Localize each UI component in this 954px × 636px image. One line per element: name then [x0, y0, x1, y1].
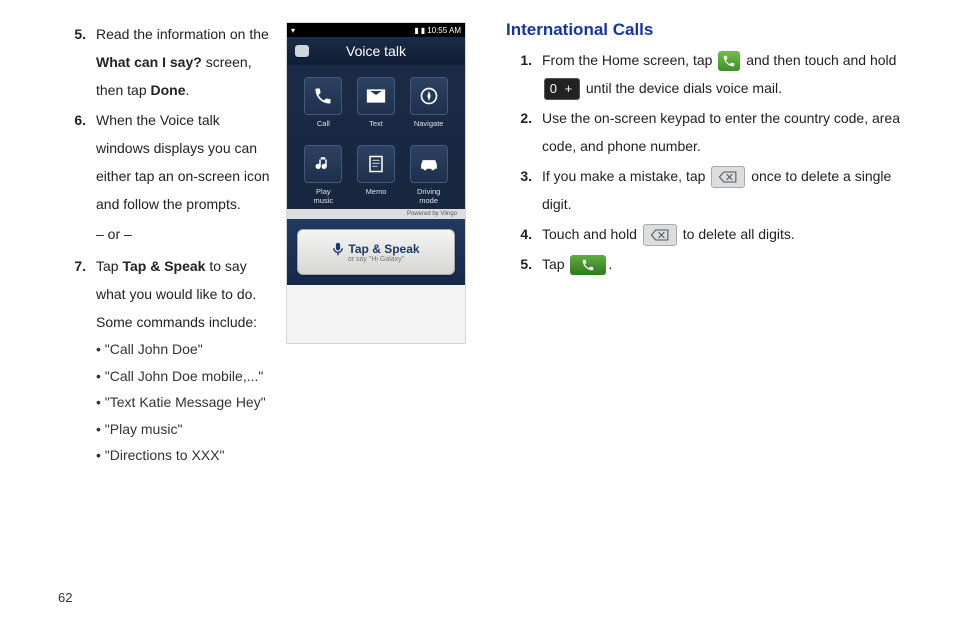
text: until the device dials voice mail. [586, 80, 782, 96]
step-7-num: 7. [60, 252, 86, 469]
envelope-icon [357, 77, 395, 115]
bullet: • "Directions to XXX" [96, 442, 270, 469]
bullet: • "Play music" [96, 416, 270, 443]
step-7-text: Tap Tap & Speak to say what you would li… [96, 252, 270, 469]
intl-step-4-text: Touch and hold to delete all digits. [542, 220, 914, 248]
intl-step-4-num: 4. [506, 220, 532, 248]
phone-icon [718, 51, 740, 71]
music-note-icon [304, 145, 342, 183]
text: . [608, 256, 612, 272]
speech-bubble-icon [295, 45, 309, 57]
intl-step-2: 2. Use the on-screen keypad to enter the… [506, 104, 914, 160]
compass-icon [410, 77, 448, 115]
tile-memo-label: Memo [366, 187, 387, 203]
intl-step-5-num: 5. [506, 250, 532, 278]
tile-play-music[interactable]: Play music [304, 145, 342, 203]
text: to delete all digits. [683, 226, 795, 242]
tile-driving-mode[interactable]: Driving mode [410, 145, 448, 203]
backspace-icon [711, 166, 745, 188]
page: 5. Read the information on the What can … [0, 0, 954, 471]
text: Tap [96, 258, 122, 274]
bullet: • "Text Katie Message Hey" [96, 389, 270, 416]
intl-step-5: 5. Tap . [506, 250, 914, 278]
tap-speak-main: Tap & Speak [332, 242, 419, 256]
microphone-icon [332, 242, 344, 256]
text: Touch and hold [542, 226, 641, 242]
page-number: 62 [58, 590, 72, 605]
bullet: • "Call John Doe" [96, 336, 270, 363]
tile-text[interactable]: Text [357, 77, 395, 135]
text: and then touch and hold [746, 52, 896, 68]
step-5-num: 5. [60, 20, 86, 104]
step-6: 6. When the Voice talk windows displays … [60, 106, 270, 250]
tap-speak-button[interactable]: Tap & Speak or say "Hi Galaxy" [297, 229, 455, 275]
tile-call-label: Call [317, 119, 330, 135]
tile-memo[interactable]: Memo [357, 145, 395, 203]
phone-icon [304, 77, 342, 115]
step-6-num: 6. [60, 106, 86, 250]
tile-driving-mode-label: Driving mode [417, 187, 440, 203]
step-6-text: When the Voice talk windows displays you… [96, 106, 270, 250]
tile-text-label: Text [369, 119, 383, 135]
voice-talk-grid: Call Text Navigate [287, 65, 465, 209]
text: From the Home screen, tap [542, 52, 716, 68]
status-left: ▾ [291, 26, 295, 35]
intl-step-3-num: 3. [506, 162, 532, 218]
voice-talk-title-bar: Voice talk [287, 37, 465, 65]
status-bar: ▾ ▮ ▮ 10:55 AM [287, 23, 465, 37]
bold-text: Tap & Speak [122, 258, 205, 274]
bold-text: What can I say? [96, 54, 202, 70]
backspace-icon [643, 224, 677, 246]
tile-call[interactable]: Call [304, 77, 342, 135]
text: Tap [542, 256, 568, 272]
tap-speak-area: Tap & Speak or say "Hi Galaxy" [287, 219, 465, 285]
intl-step-1: 1. From the Home screen, tap and then to… [506, 46, 914, 102]
text: When the Voice talk windows displays you… [96, 112, 270, 212]
status-time: 10:55 AM [427, 26, 461, 35]
intl-step-2-num: 2. [506, 104, 532, 160]
left-text: 5. Read the information on the What can … [60, 20, 270, 471]
intl-step-3: 3. If you make a mistake, tap once to de… [506, 162, 914, 218]
left-column: 5. Read the information on the What can … [60, 20, 466, 471]
tap-speak-sub: or say "Hi Galaxy" [348, 256, 404, 263]
text: Read the information on the [96, 26, 269, 42]
step-7: 7. Tap Tap & Speak to say what you would… [60, 252, 270, 469]
intl-step-2-text: Use the on-screen keypad to enter the co… [542, 104, 914, 160]
text: . [186, 82, 190, 98]
signal-icon: ▾ [291, 26, 295, 35]
zero-plus-key-icon: 0 + [544, 78, 580, 100]
tile-navigate[interactable]: Navigate [410, 77, 448, 135]
right-column: International Calls 1. From the Home scr… [506, 20, 914, 471]
call-button-icon [570, 255, 606, 275]
phone-screenshot: ▾ ▮ ▮ 10:55 AM Voice talk Call [286, 22, 466, 344]
international-calls-heading: International Calls [506, 20, 914, 40]
intl-step-3-text: If you make a mistake, tap once to delet… [542, 162, 914, 218]
bold-text: Done [151, 82, 186, 98]
bullets: • "Call John Doe" • "Call John Doe mobil… [96, 336, 270, 469]
tap-speak-label: Tap & Speak [348, 242, 419, 256]
battery-icon: ▮ [421, 26, 425, 35]
intl-step-1-text: From the Home screen, tap and then touch… [542, 46, 914, 102]
car-icon [410, 145, 448, 183]
or-text: – or – [96, 220, 270, 248]
powered-by: Powered by Vlingo [287, 209, 465, 219]
tile-play-music-label: Play music [314, 187, 334, 203]
memo-icon [357, 145, 395, 183]
intl-step-5-text: Tap . [542, 250, 914, 278]
bullet: • "Call John Doe mobile,..." [96, 363, 270, 390]
voice-talk-title: Voice talk [346, 43, 406, 59]
intl-step-1-num: 1. [506, 46, 532, 102]
text: If you make a mistake, tap [542, 168, 709, 184]
signal-icon: ▮ [414, 26, 418, 35]
step-5: 5. Read the information on the What can … [60, 20, 270, 104]
tile-navigate-label: Navigate [414, 119, 444, 135]
intl-step-4: 4. Touch and hold to delete all digits. [506, 220, 914, 248]
step-5-text: Read the information on the What can I s… [96, 20, 270, 104]
